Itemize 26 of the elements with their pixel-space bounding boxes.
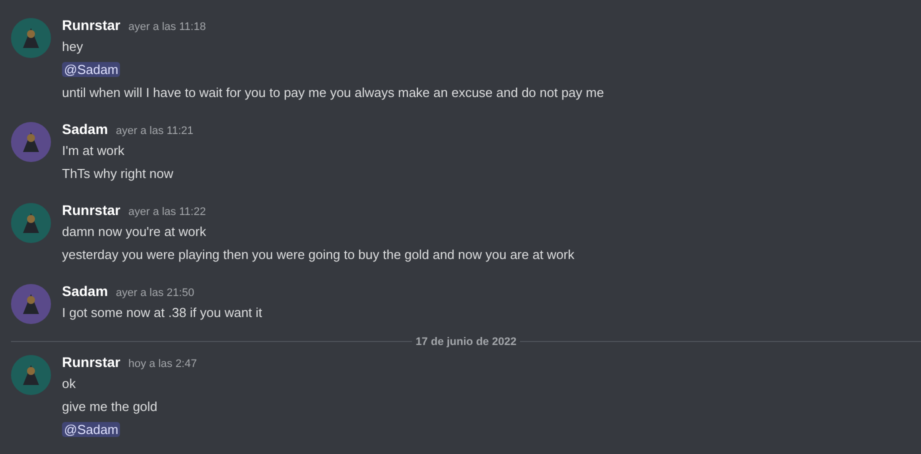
username[interactable]: Runrstar — [62, 354, 120, 370]
timestamp: ayer a las 11:18 — [128, 21, 206, 33]
avatar[interactable] — [11, 203, 51, 243]
message-text: until when will I have to wait for you to pay me you always make an excuse and do not pay me — [62, 85, 604, 100]
timestamp: ayer a las 11:21 — [116, 125, 194, 137]
avatar[interactable] — [11, 355, 51, 395]
message-text: hey — [62, 39, 83, 54]
username[interactable]: Sadam — [62, 283, 108, 299]
message-text: damn now you're at work — [62, 224, 206, 239]
timestamp: hoy a las 2:47 — [128, 358, 197, 370]
mention-tag[interactable]: @Sadam — [62, 422, 120, 437]
timestamp: ayer a las 11:22 — [128, 206, 206, 218]
message-text: I'm at work — [62, 143, 124, 158]
message-text: give me the gold — [62, 399, 158, 414]
message-text: ThTs why right now — [62, 166, 174, 181]
avatar[interactable] — [11, 122, 51, 162]
avatar[interactable] — [11, 284, 51, 324]
username[interactable]: Runrstar — [62, 17, 120, 33]
timestamp: ayer a las 21:50 — [116, 287, 194, 299]
username[interactable]: Runrstar — [62, 202, 120, 218]
message-text: I got some now at .38 if you want it — [62, 305, 262, 320]
message-text: yesterday you were playing then you were going to buy the gold and now you are at work — [62, 247, 574, 262]
avatar[interactable] — [11, 18, 51, 58]
username[interactable]: Sadam — [62, 121, 108, 137]
mention-tag[interactable]: @Sadam — [62, 62, 120, 77]
message-text: ok — [62, 376, 76, 391]
